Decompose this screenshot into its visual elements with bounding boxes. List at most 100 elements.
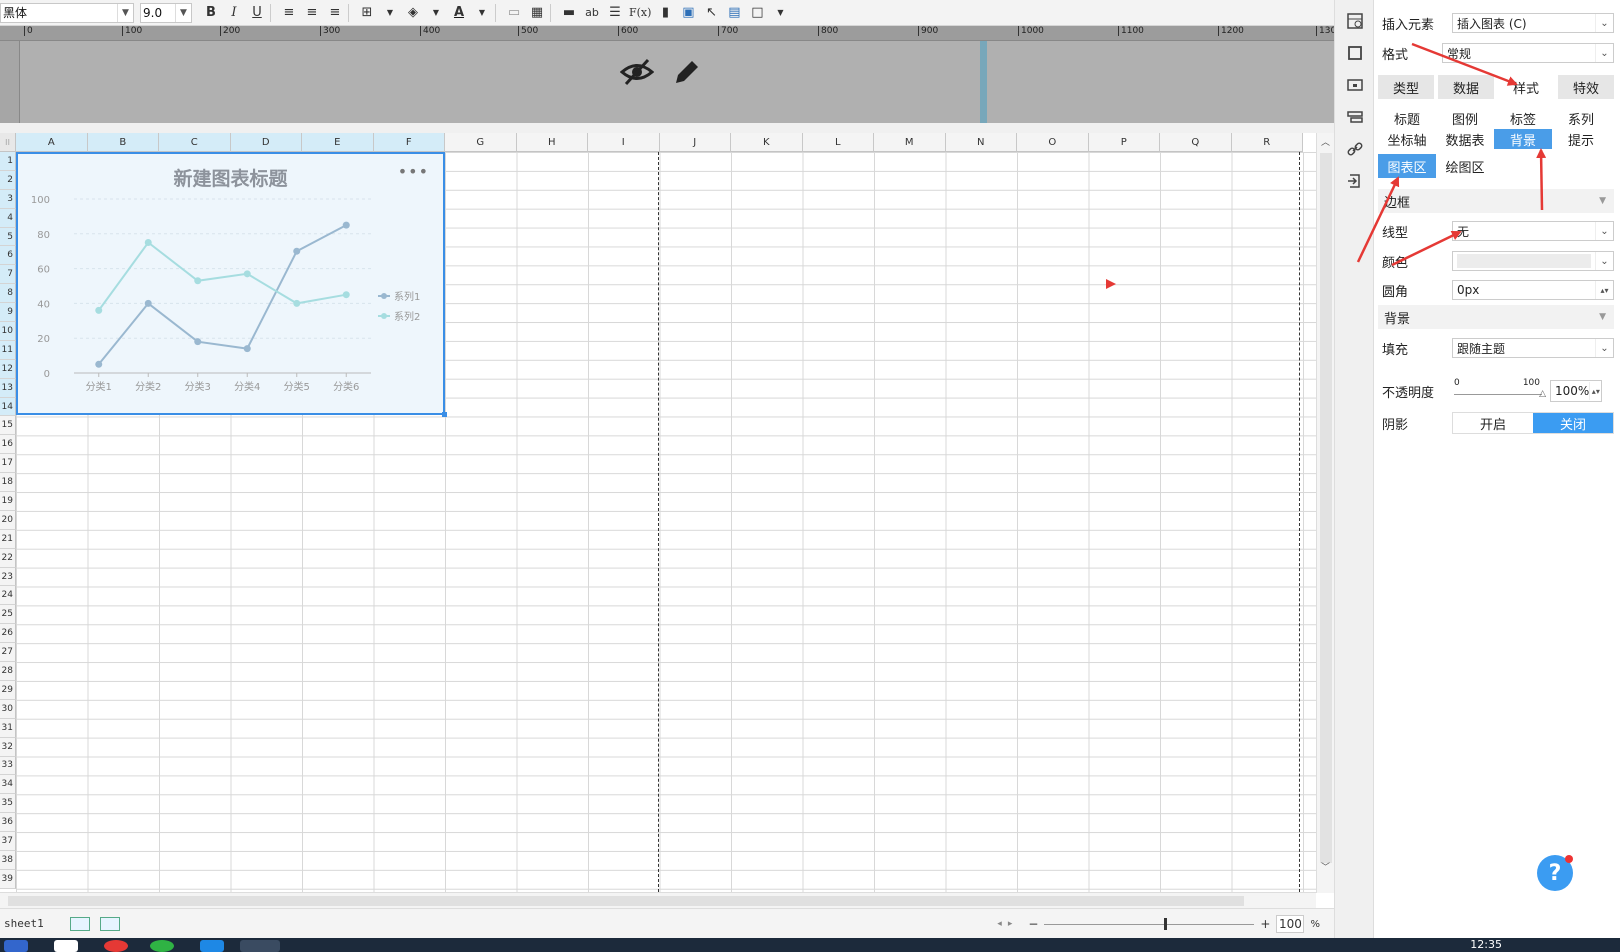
column-header-o[interactable]: O [1017,133,1089,152]
zoom-out-button[interactable]: − [1028,917,1038,931]
image-icon[interactable]: ▣ [679,3,697,23]
subtab-label[interactable]: 标签 [1494,108,1552,128]
merge-icon[interactable]: ▭ [505,3,523,23]
row-header-15[interactable]: 15 [0,416,16,436]
subtab-background[interactable]: 背景 [1494,129,1552,149]
chevron-left-icon[interactable]: ◂ [997,919,1002,929]
zoom-input[interactable]: 100 [1276,915,1305,933]
row-header-34[interactable]: 34 [0,775,16,795]
row-header-17[interactable]: 17 [0,454,16,474]
row-header-18[interactable]: 18 [0,473,16,493]
zoom-in-button[interactable]: + [1260,917,1270,931]
row-header-36[interactable]: 36 [0,813,16,833]
row-header-11[interactable]: 11 [0,340,16,360]
cell-properties-icon[interactable] [1346,12,1364,30]
row-header-20[interactable]: 20 [0,510,16,530]
font-size-select[interactable]: 9.0 ▼ [140,2,192,23]
column-header-l[interactable]: L [802,133,874,152]
horizontal-scrollbar[interactable] [0,892,1316,908]
row-header-7[interactable]: 7 [0,265,16,285]
wrap-icon[interactable]: ☰ [606,3,624,23]
row-header-24[interactable]: 24 [0,586,16,606]
tab-data[interactable]: 数据 [1438,75,1494,99]
align-right-icon[interactable]: ≡ [326,3,344,23]
fill-select[interactable]: 跟随主题 ⌄ [1452,338,1614,358]
subtab-title[interactable]: 标题 [1378,108,1436,128]
row-header-19[interactable]: 19 [0,492,16,511]
row-header-30[interactable]: 30 [0,699,16,719]
row-header-39[interactable]: 39 [0,869,16,889]
table-icon[interactable]: ▦ [528,3,546,23]
row-header-27[interactable]: 27 [0,643,16,663]
bold-button[interactable]: B [202,3,220,23]
stepper-icon[interactable]: ▴▾ [1595,281,1613,299]
brush-icon[interactable]: ↖ [702,3,720,23]
subtab-legend[interactable]: 图例 [1436,108,1494,128]
row-header-8[interactable]: 8 [0,284,16,304]
column-header-f[interactable]: F [373,133,445,152]
zoom-slider-knob[interactable] [1164,917,1168,930]
report-icon[interactable]: ▤ [725,3,743,23]
formula-icon[interactable]: F(x) [629,3,651,23]
column-header-r[interactable]: R [1231,133,1303,152]
row-header-37[interactable]: 37 [0,832,16,851]
shadow-off-button[interactable]: 关闭 [1533,413,1613,433]
column-header-p[interactable]: P [1088,133,1160,152]
taskbar-app-icon[interactable] [200,940,224,952]
subtab-series[interactable]: 系列 [1552,108,1610,128]
color-picker[interactable]: ⌄ [1452,251,1614,271]
chevron-down-icon[interactable]: ▼ [427,3,445,23]
row-header-32[interactable]: 32 [0,737,16,757]
row-header-28[interactable]: 28 [0,662,16,681]
column-header-c[interactable]: C [159,133,231,152]
border-icon[interactable]: ⊞ [358,3,376,23]
chevron-down-icon[interactable]: ﹀ [1321,860,1330,873]
background-section-header[interactable]: 背景 ▼ [1378,305,1614,329]
subtab-datasheet[interactable]: 数据表 [1436,129,1494,149]
scroll-thumb[interactable] [1320,153,1332,863]
subtab-chart-area[interactable]: 图表区 [1378,154,1436,178]
frame-icon[interactable]: □ [748,3,766,23]
element-icon[interactable] [1346,76,1364,94]
column-header-m[interactable]: M [874,133,946,152]
fill-color-icon[interactable]: ◈ [404,3,422,23]
row-header-29[interactable]: 29 [0,680,16,700]
row-header-10[interactable]: 10 [0,322,16,341]
row-header-14[interactable]: 14 [0,397,16,417]
row-header-12[interactable]: 12 [0,359,16,379]
select-all-corner[interactable]: ⁝⁝ [0,133,16,152]
hide-icon[interactable] [619,57,655,90]
chevron-down-icon[interactable]: ▼ [473,3,491,23]
tab-effect[interactable]: 特效 [1558,75,1614,99]
opacity-input[interactable]: 100% ▴▾ [1550,380,1603,402]
column-header-j[interactable]: J [659,133,731,152]
add-sheet-icon[interactable] [70,917,90,931]
column-header-d[interactable]: D [230,133,302,152]
help-button[interactable]: ? [1537,855,1573,891]
row-header-26[interactable]: 26 [0,624,16,644]
condition-icon[interactable] [1346,108,1364,126]
row-header-33[interactable]: 33 [0,756,16,776]
scroll-thumb[interactable] [8,896,1244,906]
column-header-b[interactable]: B [87,133,159,152]
row-header-16[interactable]: 16 [0,435,16,455]
subtab-axis[interactable]: 坐标轴 [1378,129,1436,149]
subtab-tooltip[interactable]: 提示 [1552,129,1610,149]
border-section-header[interactable]: 边框 ▼ [1378,189,1614,213]
edit-icon[interactable] [672,57,702,90]
widget-icon[interactable] [1346,44,1364,62]
opacity-slider[interactable]: 0 100 △ [1452,378,1546,404]
row-header-22[interactable]: 22 [0,548,16,568]
tab-style[interactable]: 样式 [1498,75,1554,99]
link-icon[interactable] [1346,140,1364,158]
taskbar-app-icon[interactable] [104,940,128,952]
chevron-down-icon[interactable]: ▼ [771,3,789,23]
row-header-23[interactable]: 23 [0,567,16,587]
font-family-select[interactable]: 黑体 ▼ [0,2,134,23]
row-header-21[interactable]: 21 [0,529,16,549]
row-header-31[interactable]: 31 [0,718,16,738]
row-header-6[interactable]: 6 [0,246,16,266]
column-header-n[interactable]: N [945,133,1017,152]
opacity-knob[interactable]: △ [1539,389,1546,399]
column-header-g[interactable]: G [445,133,517,152]
